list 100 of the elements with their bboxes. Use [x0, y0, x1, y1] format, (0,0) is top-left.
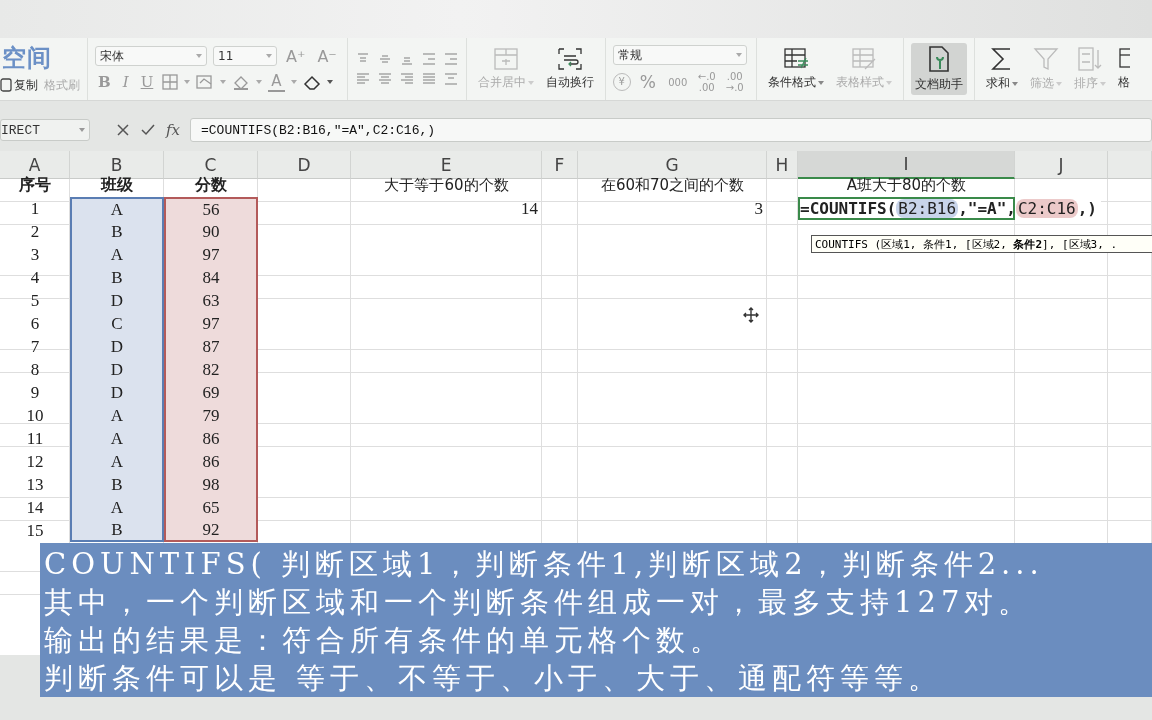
dropdown-caret-icon	[266, 54, 272, 58]
column-header[interactable]: E	[351, 151, 542, 179]
filter-icon	[1032, 46, 1059, 72]
font-name-dropdown[interactable]: 宋体	[95, 46, 207, 66]
table-cell: 12	[26, 451, 44, 472]
ribbon-command-button[interactable]: 条件格式	[763, 45, 828, 93]
column-header[interactable]: I	[798, 151, 1015, 179]
table-cell: 5	[30, 290, 40, 311]
table-cell: 86	[202, 428, 220, 449]
table-cell: 56	[202, 199, 220, 220]
table-cell: 69	[202, 382, 220, 403]
eraser-icon[interactable]	[302, 74, 321, 90]
table-cell: A	[110, 244, 124, 265]
table-cell: D	[110, 359, 124, 380]
justify-icon[interactable]	[420, 72, 437, 86]
copy-button[interactable]: 复制	[0, 76, 38, 94]
table-cell: D	[110, 290, 124, 311]
align-center-icon[interactable]	[376, 72, 393, 86]
table-cell: 14	[521, 198, 538, 219]
table-cell: 3	[30, 244, 40, 265]
table-cell: 11	[26, 428, 44, 449]
dropdown-caret-icon	[184, 80, 191, 84]
column-title: 在60和70之间的个数	[600, 176, 745, 195]
table-cell: 65	[202, 497, 220, 518]
ribbon-command-button[interactable]: 文档助手	[910, 43, 967, 95]
column-header[interactable]: H	[767, 151, 798, 179]
table-cell: A	[110, 497, 124, 518]
column-title: 大于等于60的个数	[384, 176, 509, 195]
caption-line: 其中，一个判断区域和一个判断条件组成一对，最多支持127对。	[44, 584, 1034, 621]
table-cell: B	[111, 221, 123, 242]
dropdown-caret-icon	[256, 80, 263, 84]
table-cell: 82	[202, 359, 220, 380]
column-header[interactable]	[1108, 151, 1152, 179]
fill-bucket-icon[interactable]	[232, 74, 251, 90]
move-cursor-icon	[743, 307, 759, 323]
table-cell: 84	[202, 267, 220, 288]
table-cell: 15	[26, 520, 44, 541]
table-cell: 3	[754, 198, 763, 219]
ribbon-command-button[interactable]: 自动换行	[541, 45, 598, 93]
formula-field[interactable]: =COUNTIFS(B2:B16,"=A",C2:C16,)	[190, 118, 1152, 142]
table-cell: 10	[26, 405, 44, 426]
table-cell: B	[111, 267, 123, 288]
align-right-icon[interactable]	[398, 72, 415, 86]
table-icon	[1117, 47, 1130, 71]
function-tooltip: COUNTIFS (区域1, 条件1, [区域2, 条件2], [区域3, .	[811, 235, 1152, 253]
caption-line: COUNTIFS( 判断区域1，判断条件1,判断区域2，判断条件2...	[44, 546, 1045, 583]
table-cell: 79	[202, 405, 220, 426]
font-size-dropdown[interactable]: 11	[213, 46, 277, 66]
distribute-icon[interactable]	[442, 72, 459, 86]
table-cell: 90	[202, 221, 220, 242]
table-cell: A	[110, 199, 124, 220]
number-format-dropdown[interactable]: 常规	[612, 45, 747, 65]
table-cell: 7	[30, 336, 40, 357]
table-cell: 97	[202, 244, 220, 265]
column-header[interactable]: F	[542, 151, 578, 179]
table-cell: 87	[202, 336, 220, 357]
cell-formula-editor[interactable]: =COUNTIFS(B2:B16,"=A",C2:C16,)	[800, 199, 1101, 218]
table-cell: A	[110, 405, 124, 426]
table-cell: A	[110, 428, 124, 449]
table-cell: 6	[30, 313, 40, 334]
table-cell: 8	[30, 359, 40, 380]
confirm-icon[interactable]	[140, 123, 156, 137]
dropdown-caret-icon	[220, 80, 227, 84]
table-cell: 86	[202, 451, 220, 472]
app-logo: 空间	[2, 44, 53, 71]
decrease-indent-icon[interactable]	[420, 52, 437, 66]
document-wrench-icon	[926, 45, 951, 73]
table-cell: 1	[30, 198, 40, 219]
increase-indent-icon[interactable]	[442, 52, 459, 66]
dropdown-caret-icon	[79, 128, 85, 132]
cell-style-icon[interactable]	[196, 74, 215, 90]
table-cell: 63	[202, 290, 220, 311]
table-style-icon	[850, 47, 877, 71]
merge-cells-icon	[492, 47, 519, 71]
cancel-icon[interactable]	[116, 123, 130, 137]
table-cell: B	[111, 474, 123, 495]
borders-icon[interactable]	[162, 74, 179, 90]
table-cell: 9	[30, 382, 40, 403]
dropdown-caret-icon	[196, 54, 202, 58]
table-cell: C	[111, 313, 123, 334]
column-header[interactable]: J	[1015, 151, 1108, 179]
caption-line: 输出的结果是：符合所有条件的单元格个数。	[44, 622, 725, 659]
table-cell: D	[110, 382, 124, 403]
table-cell: 98	[202, 474, 220, 495]
copy-icon	[0, 78, 12, 92]
table-cell: D	[110, 336, 124, 357]
dropdown-caret-icon	[735, 53, 742, 57]
align-left-icon[interactable]	[354, 72, 371, 86]
conditional-format-icon	[782, 47, 809, 71]
table-cell: 4	[30, 267, 40, 288]
insert-function-button[interactable]: fx	[166, 121, 180, 139]
wrap-text-icon	[556, 47, 583, 71]
ribbon-command-button[interactable]: 格	[1113, 45, 1134, 93]
table-cell: 2	[30, 221, 40, 242]
table-cell: B	[111, 519, 123, 540]
ribbon-command-button[interactable]: 求和	[981, 44, 1022, 94]
table-cell: A	[110, 451, 124, 472]
column-header[interactable]: D	[258, 151, 351, 179]
name-box[interactable]: IRECT	[0, 119, 90, 141]
caption-line: 判断条件可以是 等于、不等于、小于、大于、通配符等等。	[44, 660, 944, 697]
